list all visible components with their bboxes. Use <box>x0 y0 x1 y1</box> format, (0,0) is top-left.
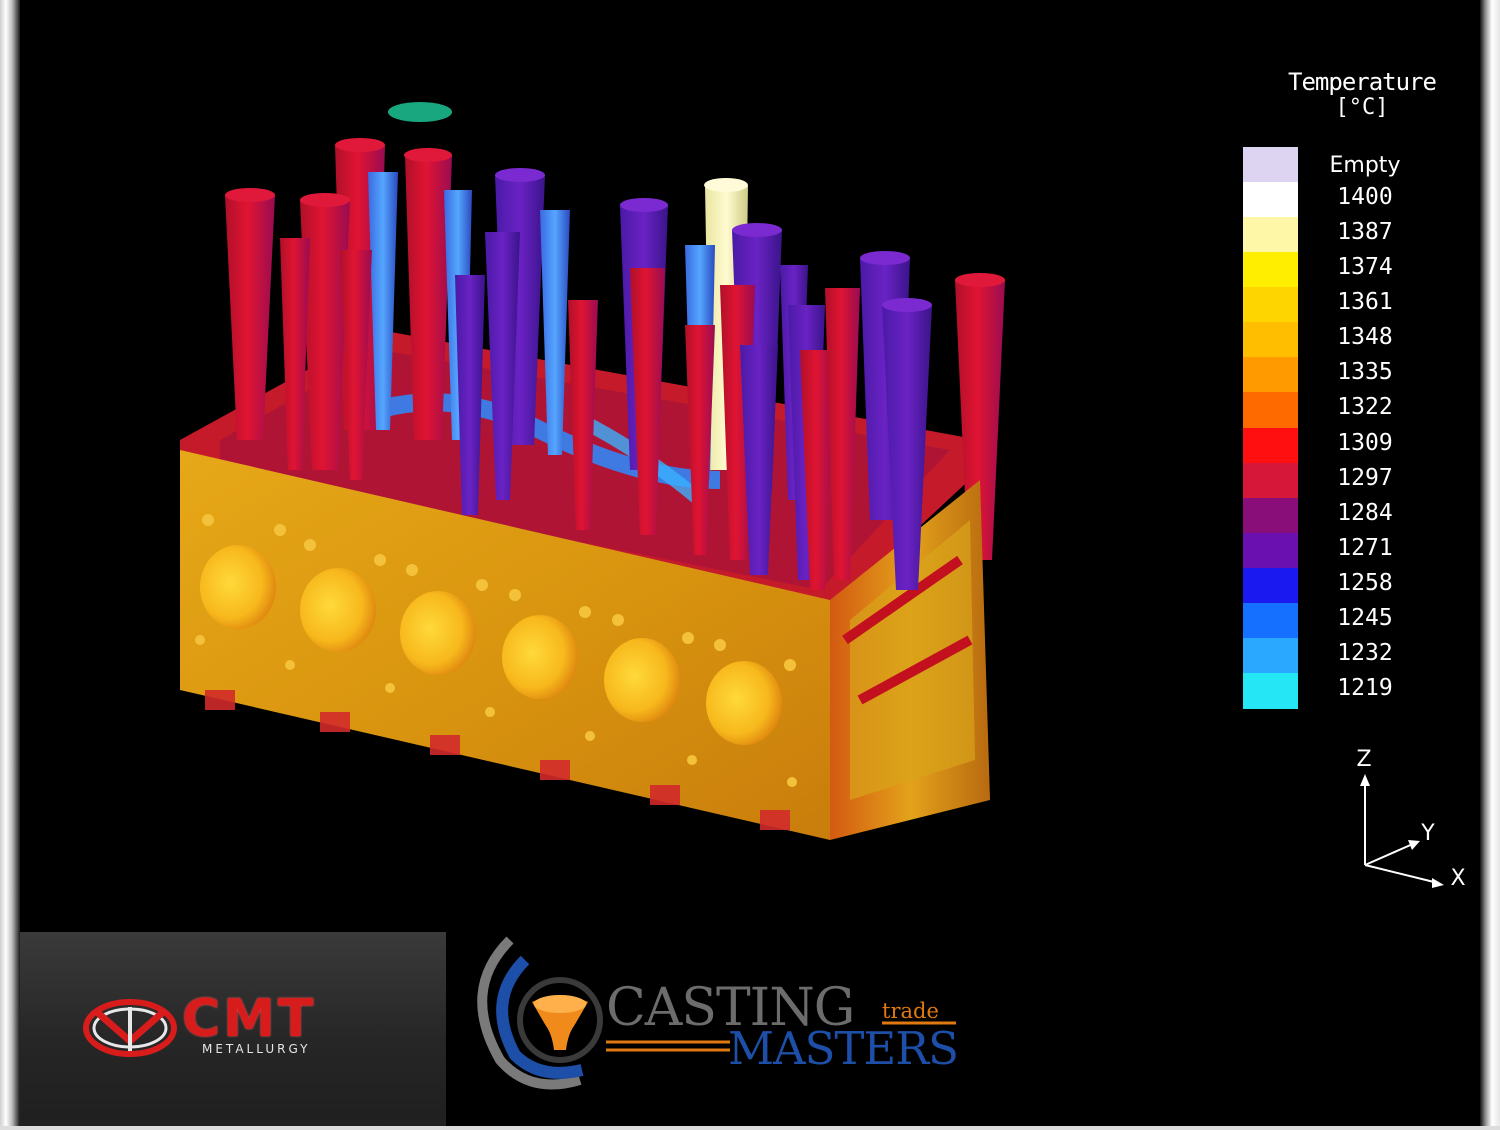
legend-value-label: 1322 <box>1337 394 1393 421</box>
legend-swatch <box>1243 497 1298 534</box>
simulation-window: Temperature [°C] Empty 1400 1387 1374 1361 1… <box>0 0 1500 1130</box>
casting-masters-emblem-icon <box>477 936 603 1090</box>
legend-color-bar <box>1243 147 1298 709</box>
3d-viewport[interactable]: Temperature [°C] Empty 1400 1387 1374 1361 1… <box>20 0 1480 930</box>
axis-triad: Z Y X <box>1356 747 1465 891</box>
legend-swatch <box>1243 217 1298 253</box>
screen-edge-left <box>0 0 20 1130</box>
screen-edge-bottom <box>0 1126 1500 1130</box>
legend-title: Temperature <box>1288 68 1437 96</box>
artifact <box>388 102 452 122</box>
legend-swatch <box>1243 322 1298 358</box>
legend-swatch <box>1243 532 1298 569</box>
legend-swatch <box>1243 357 1298 393</box>
legend-swatch <box>1243 462 1298 499</box>
screen-edge-right <box>1480 0 1500 1130</box>
legend-value-label: 1374 <box>1337 254 1393 281</box>
legend-value-label: 1271 <box>1337 534 1393 561</box>
legend-value-label: 1348 <box>1337 324 1393 351</box>
legend-swatch <box>1243 392 1298 428</box>
legend-value-label: 1297 <box>1337 464 1393 491</box>
cmt-wordmark: CMT <box>182 989 317 1049</box>
legend-swatch <box>1243 602 1298 639</box>
legend-value-label: 1361 <box>1337 289 1393 316</box>
legend-labels: Empty 1400 1387 1374 1361 1348 1335 1322 1309 12… <box>1320 147 1430 708</box>
legend-swatch <box>1243 427 1298 464</box>
legend-value-label: 1245 <box>1337 604 1393 631</box>
legend-value-label: 1335 <box>1337 359 1393 386</box>
cmt-emblem-icon <box>83 999 177 1057</box>
legend-swatch <box>1243 182 1298 218</box>
legend-value-label: 1232 <box>1337 639 1393 666</box>
legend-swatch <box>1243 672 1298 709</box>
legend-swatch <box>1243 252 1298 288</box>
legend-swatch <box>1243 637 1298 674</box>
legend-value-label: 1219 <box>1337 674 1393 701</box>
legend-swatch <box>1243 287 1298 323</box>
legend-unit: [°C] <box>1335 95 1389 120</box>
legend-swatch <box>1243 147 1298 183</box>
axis-z-label: Z <box>1356 747 1371 772</box>
cmt-subtitle: METALLURGY <box>202 1042 311 1056</box>
legend-value-label: 1309 <box>1337 429 1393 456</box>
legend-value-label: 1258 <box>1337 569 1393 596</box>
axis-x-label: X <box>1450 866 1465 891</box>
legend-value-label: 1284 <box>1337 499 1393 526</box>
masters-wordmark: MASTERS <box>728 1022 959 1075</box>
legend-value-label: 1387 <box>1337 219 1393 246</box>
legend-empty-label: Empty <box>1329 153 1401 178</box>
legend-value-label: 1400 <box>1337 184 1393 211</box>
legend-swatch <box>1243 567 1298 604</box>
axis-y-label: Y <box>1420 821 1435 846</box>
